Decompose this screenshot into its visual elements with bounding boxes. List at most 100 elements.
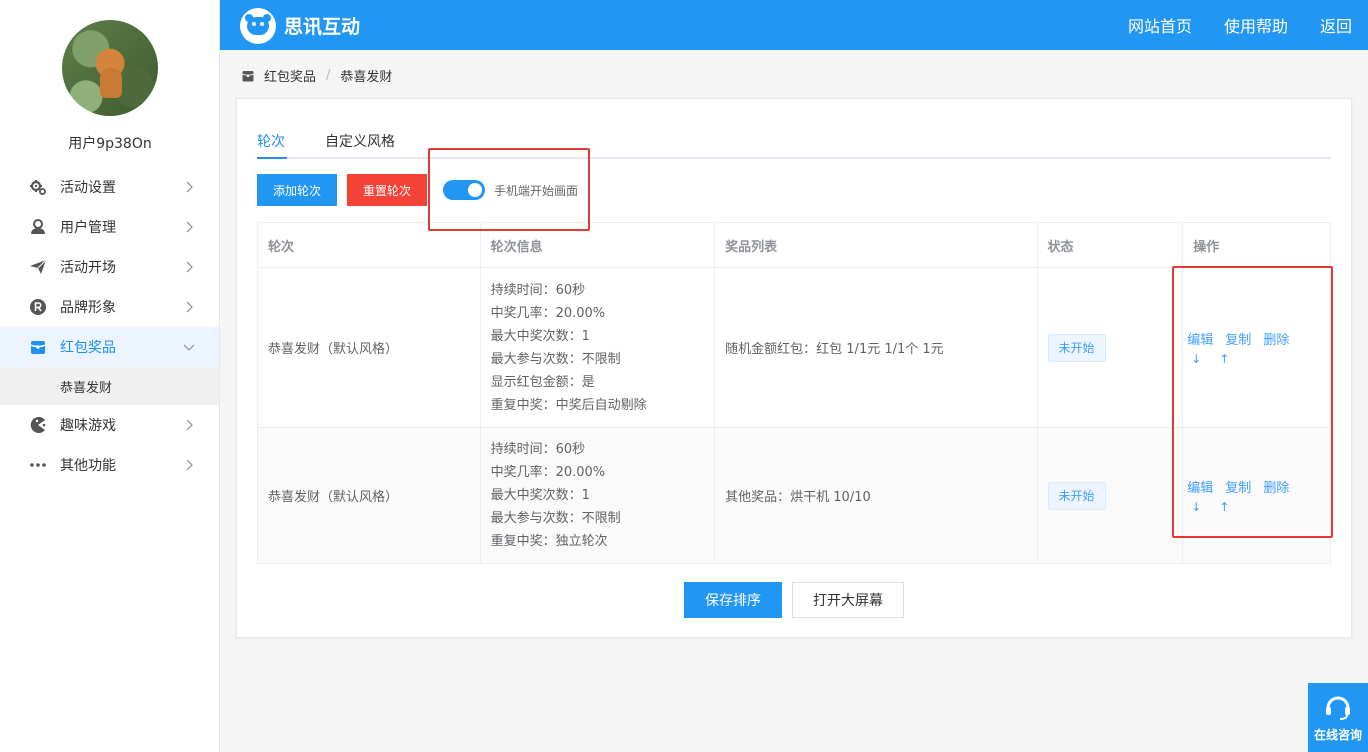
move-down-icon[interactable]: ↓ bbox=[1191, 500, 1201, 514]
prize-list-cell: 其他奖品：烘干机 10/10 bbox=[715, 428, 1038, 563]
mobile-start-screen-toggle[interactable] bbox=[443, 180, 485, 200]
sidebar-subitem-gongxi-facai[interactable]: 恭喜发财 bbox=[0, 367, 219, 405]
round-name-cell: 恭喜发财（默认风格） bbox=[258, 428, 481, 563]
nav-help-link[interactable]: 使用帮助 bbox=[1224, 13, 1288, 37]
move-down-icon[interactable]: ↓ bbox=[1191, 352, 1201, 366]
sidebar-item-activity-opening[interactable]: 活动开场 bbox=[0, 247, 219, 287]
operations-cell: 编辑 复制 删除 ↓ ↑ bbox=[1183, 428, 1331, 563]
chevron-right-icon bbox=[186, 221, 193, 233]
online-consult-label: 在线咨询 bbox=[1313, 728, 1362, 742]
round-name-cell: 恭喜发财（默认风格） bbox=[258, 268, 481, 427]
logo-eye bbox=[260, 22, 264, 26]
top-header: 思讯互动 网站首页 使用帮助 返回 bbox=[220, 0, 1368, 50]
copy-link[interactable]: 复制 bbox=[1225, 329, 1251, 348]
sidebar-item-label: 红包奖品 bbox=[60, 340, 116, 356]
avatar-cat-ear bbox=[112, 51, 122, 59]
headset-icon bbox=[1326, 696, 1350, 720]
move-up-icon[interactable]: ↑ bbox=[1219, 500, 1229, 514]
sidebar-item-label: 品牌形象 bbox=[60, 300, 116, 316]
mobile-start-screen-label: 手机端开始画面 bbox=[494, 184, 579, 198]
round-info-line: 最大中奖次数：1 bbox=[490, 328, 590, 344]
sidebar-item-brand-image[interactable]: 品牌形象 bbox=[0, 287, 219, 327]
prize-list-cell: 随机金额红包：红包 1/1元 1/1个 1元 bbox=[715, 268, 1038, 427]
table-header-cell: 奖品列表 bbox=[715, 223, 1038, 267]
sidebar-item-fun-games[interactable]: 趣味游戏 bbox=[0, 405, 219, 445]
registered-icon bbox=[28, 297, 48, 317]
round-info-line: 显示红包金额：是 bbox=[490, 374, 595, 390]
round-info-line: 中奖几率：20.00% bbox=[490, 305, 606, 321]
logo-face bbox=[245, 14, 271, 35]
delete-link[interactable]: 删除 bbox=[1263, 477, 1289, 496]
round-info-line: 重复中奖：独立轮次 bbox=[490, 534, 608, 549]
sidebar-item-user-management[interactable]: 用户管理 bbox=[0, 207, 219, 247]
table-header-cell: 状态 bbox=[1038, 223, 1184, 267]
gift-box-icon bbox=[242, 70, 254, 81]
table-header-cell: 轮次 bbox=[258, 223, 481, 267]
reset-round-button[interactable]: 重置轮次 bbox=[347, 174, 427, 206]
paper-plane-icon bbox=[28, 257, 48, 277]
op-arrows: ↓ ↑ bbox=[1187, 352, 1320, 366]
breadcrumb-parent[interactable]: 红包奖品 bbox=[264, 66, 316, 85]
main-card: 轮次 自定义风格 添加轮次 重置轮次 手机端开始画面 轮次 轮次信息 奖品列表 … bbox=[236, 98, 1352, 638]
round-info-cell: 持续时间：60秒 中奖几率：20.00% 最大中奖次数：1 最大参与次数：不限制… bbox=[481, 268, 716, 427]
round-info-cell: 持续时间：60秒 中奖几率：20.00% 最大中奖次数：1 最大参与次数：不限制… bbox=[480, 428, 716, 563]
username: 用户9p38On bbox=[68, 136, 152, 152]
status-badge: 未开始 bbox=[1047, 481, 1106, 510]
logo-eye bbox=[252, 22, 256, 26]
round-info-line: 最大中奖次数：1 bbox=[490, 488, 590, 503]
breadcrumb-current: 恭喜发财 bbox=[340, 70, 393, 85]
tab-rounds[interactable]: 轮次 bbox=[257, 131, 285, 159]
round-info-line: 持续时间：60秒 bbox=[490, 282, 586, 298]
delete-link[interactable]: 删除 bbox=[1263, 329, 1289, 348]
table-header-cell: 轮次信息 bbox=[481, 223, 716, 267]
op-arrows: ↓ ↑ bbox=[1187, 500, 1320, 514]
top-nav: 网站首页 使用帮助 返回 bbox=[1096, 0, 1352, 50]
chevron-right-icon bbox=[186, 419, 193, 431]
round-info-line: 最大参与次数：不限制 bbox=[490, 351, 621, 367]
round-info-line: 重复中奖：中奖后自动剔除 bbox=[490, 397, 647, 413]
status-cell: 未开始 bbox=[1037, 428, 1184, 563]
tab-active-indicator bbox=[257, 157, 287, 159]
brand-logo-icon[interactable] bbox=[240, 8, 276, 44]
sidebar-item-red-packet-prizes[interactable]: 红包奖品 bbox=[0, 327, 219, 367]
avatar[interactable] bbox=[62, 20, 158, 116]
sidebar-item-other-functions[interactable]: 其他功能 bbox=[0, 445, 219, 485]
table-row: 恭喜发财（默认风格） 持续时间：60秒 中奖几率：20.00% 最大中奖次数：1… bbox=[258, 268, 1330, 428]
save-order-button[interactable]: 保存排序 bbox=[684, 582, 782, 618]
gift-box-icon bbox=[28, 337, 48, 357]
sidebar-item-label: 趣味游戏 bbox=[60, 418, 116, 434]
edit-link[interactable]: 编辑 bbox=[1187, 329, 1213, 348]
add-round-button[interactable]: 添加轮次 bbox=[257, 174, 337, 206]
copy-link[interactable]: 复制 bbox=[1225, 477, 1251, 496]
more-dots-icon bbox=[28, 455, 48, 475]
avatar-cat-ear bbox=[100, 51, 110, 59]
nav-home-link[interactable]: 网站首页 bbox=[1128, 13, 1192, 37]
brand-name: 思讯互动 bbox=[284, 16, 361, 38]
chevron-right-icon bbox=[186, 261, 193, 273]
tab-custom-style[interactable]: 自定义风格 bbox=[325, 131, 395, 159]
user-icon bbox=[28, 217, 48, 237]
rounds-table: 轮次 轮次信息 奖品列表 状态 操作 恭喜发财（默认风格） 持续时间：60秒 中… bbox=[257, 222, 1331, 564]
operations-cell: 编辑 复制 删除 ↓ ↑ bbox=[1183, 268, 1330, 427]
status-badge: 未开始 bbox=[1047, 333, 1106, 362]
move-up-icon[interactable]: ↑ bbox=[1219, 352, 1229, 366]
op-links: 编辑 复制 删除 bbox=[1187, 329, 1320, 348]
chevron-right-icon bbox=[186, 301, 193, 313]
breadcrumb: 红包奖品 / 恭喜发财 bbox=[242, 66, 392, 85]
round-info-line: 最大参与次数：不限制 bbox=[490, 511, 621, 526]
table-header-row: 轮次 轮次信息 奖品列表 状态 操作 bbox=[258, 223, 1330, 268]
online-consult-button[interactable]: 在线咨询 bbox=[1308, 683, 1368, 752]
tab-bar: 轮次 自定义风格 bbox=[257, 129, 1331, 159]
round-info-line: 中奖几率：20.00% bbox=[490, 465, 606, 480]
logo-ear bbox=[263, 14, 271, 22]
sidebar-item-label: 其他功能 bbox=[60, 458, 116, 474]
gears-icon bbox=[28, 177, 48, 197]
sidebar-item-label: 活动设置 bbox=[60, 180, 116, 196]
edit-link[interactable]: 编辑 bbox=[1187, 477, 1213, 496]
sidebar-item-activity-settings[interactable]: 活动设置 bbox=[0, 167, 219, 207]
nav-back-link[interactable]: 返回 bbox=[1320, 13, 1352, 37]
chevron-right-icon bbox=[186, 459, 193, 471]
status-cell: 未开始 bbox=[1038, 268, 1184, 427]
open-big-screen-button[interactable]: 打开大屏幕 bbox=[792, 582, 904, 618]
chevron-down-icon bbox=[183, 344, 195, 351]
